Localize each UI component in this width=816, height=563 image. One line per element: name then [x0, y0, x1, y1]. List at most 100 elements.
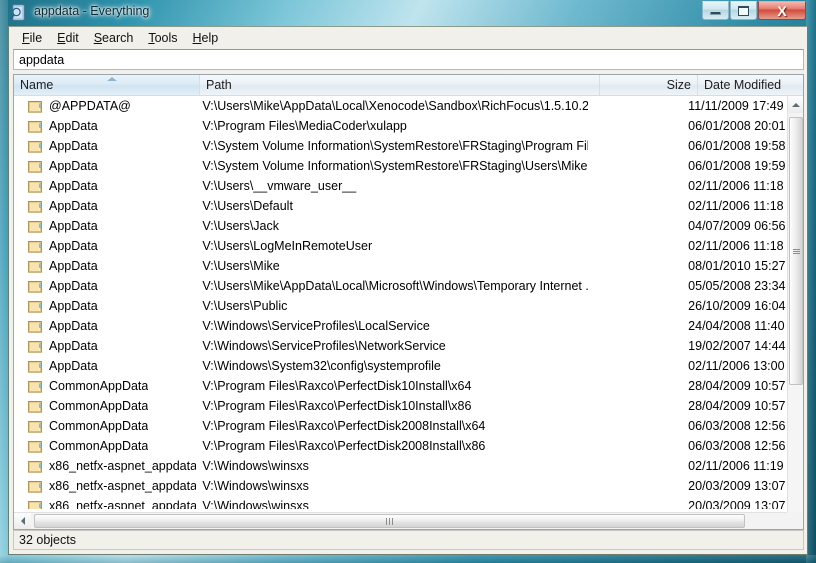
close-icon: X — [777, 2, 787, 19]
cell-path: V:\Windows\ServiceProfiles\LocalService — [202, 319, 430, 333]
client-area: File Edit Search Tools Help Name Pa — [8, 26, 808, 555]
vertical-scroll-thumb[interactable] — [789, 117, 803, 385]
cell-name: CommonAppData — [14, 379, 196, 393]
file-name-label: x86_netfx-aspnet_appdata_... — [49, 499, 197, 509]
application-window: appdata - Everything X File Edit Search … — [0, 0, 816, 563]
column-header-name[interactable]: Name — [14, 75, 200, 95]
column-header-date-label: Date Modified — [704, 78, 782, 92]
folder-icon — [28, 139, 44, 153]
table-row[interactable]: AppData V:\System Volume Information\Syst… — [14, 136, 789, 156]
folder-icon — [28, 279, 44, 293]
cell-name: AppData — [14, 299, 196, 313]
cell-date-modified: 06/01/2008 19:58 — [688, 139, 786, 153]
cell-path: V:\System Volume Information\SystemResto… — [202, 159, 588, 173]
table-row[interactable]: x86_netfx-aspnet_appdata_... V:\Windows\w… — [14, 476, 789, 496]
menu-item-file[interactable]: File — [15, 29, 50, 47]
folder-icon — [28, 119, 44, 133]
minimize-icon — [710, 12, 721, 15]
cell-date-modified: 28/04/2009 10:57 — [688, 379, 786, 393]
cell-name: AppData — [14, 359, 196, 373]
table-row[interactable]: CommonAppData V:\Program Files\Raxco\Perf… — [14, 396, 789, 416]
table-row[interactable]: AppData V:\Windows\ServiceProfiles\LocalS… — [14, 316, 789, 336]
table-row[interactable]: AppData V:\Users\Mike 08/01/2010 15:27 — [14, 256, 789, 276]
table-row[interactable]: AppData V:\Program Files\MediaCoder\xulap… — [14, 116, 789, 136]
maximize-button[interactable] — [730, 1, 757, 20]
table-row[interactable]: AppData V:\Users\Default 02/11/2006 11:18 — [14, 196, 789, 216]
search-input[interactable] — [14, 50, 803, 69]
cell-name: CommonAppData — [14, 399, 196, 413]
status-bar: 32 objects — [13, 530, 804, 550]
menu-item-edit[interactable]: Edit — [50, 29, 87, 47]
table-row[interactable]: AppData V:\System Volume Information\Syst… — [14, 156, 789, 176]
folder-icon — [28, 259, 44, 273]
table-row[interactable]: AppData V:\Users\__vmware_user__ 02/11/200… — [14, 176, 789, 196]
folder-icon — [28, 359, 44, 373]
cell-name: CommonAppData — [14, 439, 196, 453]
cell-date-modified: 06/01/2008 19:59 — [688, 159, 786, 173]
cell-path: V:\System Volume Information\SystemResto… — [202, 139, 589, 153]
magnifier-document-icon — [10, 4, 27, 21]
cell-name: CommonAppData — [14, 419, 196, 433]
table-row[interactable]: CommonAppData V:\Program Files\Raxco\Perf… — [14, 376, 789, 396]
folder-icon — [28, 179, 44, 193]
menu-item-tools[interactable]: Tools — [141, 29, 185, 47]
horizontal-scroll-thumb[interactable] — [34, 514, 745, 528]
menu-item-help[interactable]: Help — [186, 29, 227, 47]
table-row[interactable]: x86_netfx-aspnet_appdata_... V:\Windows\w… — [14, 496, 789, 509]
cell-name: AppData — [14, 339, 196, 353]
title-bar[interactable]: appdata - Everything X — [0, 0, 816, 26]
table-row[interactable]: AppData V:\Windows\ServiceProfiles\Networ… — [14, 336, 789, 356]
folder-icon — [28, 399, 44, 413]
minimize-button[interactable] — [702, 1, 729, 20]
folder-icon — [28, 419, 44, 433]
cell-path: V:\Users\Default — [202, 199, 293, 213]
table-row[interactable]: CommonAppData V:\Program Files\Raxco\Perf… — [14, 436, 789, 456]
file-name-label: AppData — [49, 139, 98, 153]
table-row[interactable]: AppData V:\Users\LogMeInRemoteUser 02/11/2… — [14, 236, 789, 256]
vertical-scrollbar[interactable] — [787, 96, 803, 529]
cell-name: AppData — [14, 179, 196, 193]
column-header-date-modified[interactable]: Date Modified — [698, 75, 803, 95]
cell-date-modified: 26/10/2009 16:04 — [688, 299, 786, 313]
column-header-path[interactable]: Path — [200, 75, 600, 95]
table-row[interactable]: AppData V:\Users\Public 26/10/2009 16:04 — [14, 296, 789, 316]
table-row[interactable]: AppData V:\Users\Jack 04/07/2009 06:56 — [14, 216, 789, 236]
table-row[interactable]: AppData V:\Users\Mike\AppData\Local\Micro… — [14, 276, 789, 296]
cell-date-modified: 02/11/2006 13:00 — [688, 359, 785, 373]
file-name-label: CommonAppData — [49, 419, 149, 433]
cell-date-modified: 02/11/2006 11:18 — [688, 239, 784, 253]
table-row[interactable]: CommonAppData V:\Program Files\Raxco\Perf… — [14, 416, 789, 436]
column-header-name-label: Name — [20, 78, 54, 92]
cell-date-modified: 04/07/2009 06:56 — [688, 219, 786, 233]
cell-date-modified: 24/04/2008 11:40 — [688, 319, 785, 333]
file-name-label: CommonAppData — [49, 399, 149, 413]
folder-icon — [28, 159, 44, 173]
table-row[interactable]: AppData V:\Windows\System32\config\system… — [14, 356, 789, 376]
table-row[interactable]: x86_netfx-aspnet_appdata_... V:\Windows\w… — [14, 456, 789, 476]
scrollbar-corner — [787, 512, 803, 529]
sort-ascending-icon — [107, 77, 117, 81]
cell-name: @APPDATA@ — [14, 99, 196, 113]
cell-path: V:\Program Files\Raxco\PerfectDisk10Inst… — [202, 379, 472, 393]
folder-icon — [28, 439, 44, 453]
menu-item-search[interactable]: Search — [87, 29, 142, 47]
column-header-size-label: Size — [666, 78, 691, 92]
column-header-size[interactable]: Size — [600, 75, 698, 95]
grip-icon — [792, 248, 800, 254]
cell-path: V:\Program Files\MediaCoder\xulapp — [202, 119, 407, 133]
file-name-label: AppData — [49, 179, 98, 193]
cell-name: x86_netfx-aspnet_appdata_... — [14, 479, 196, 493]
vertical-scroll-track[interactable] — [788, 385, 803, 513]
cell-date-modified: 08/01/2010 15:27 — [688, 259, 786, 273]
table-row[interactable]: @APPDATA@ V:\Users\Mike\AppData\Local\Xen… — [14, 96, 789, 116]
horizontal-scrollbar[interactable] — [14, 512, 789, 529]
cell-path: V:\Windows\winsxs — [202, 459, 309, 473]
cell-path: V:\Users\Public — [202, 299, 288, 313]
scroll-up-button[interactable] — [788, 96, 803, 113]
file-name-label: x86_netfx-aspnet_appdata_... — [49, 479, 197, 493]
close-button[interactable]: X — [758, 1, 806, 20]
status-object-count: 32 objects — [19, 533, 76, 547]
results-list: Name Path Size Date Modified @APPDATA@ V:… — [13, 74, 804, 530]
scroll-left-button[interactable] — [14, 513, 31, 529]
search-box[interactable] — [13, 49, 804, 70]
